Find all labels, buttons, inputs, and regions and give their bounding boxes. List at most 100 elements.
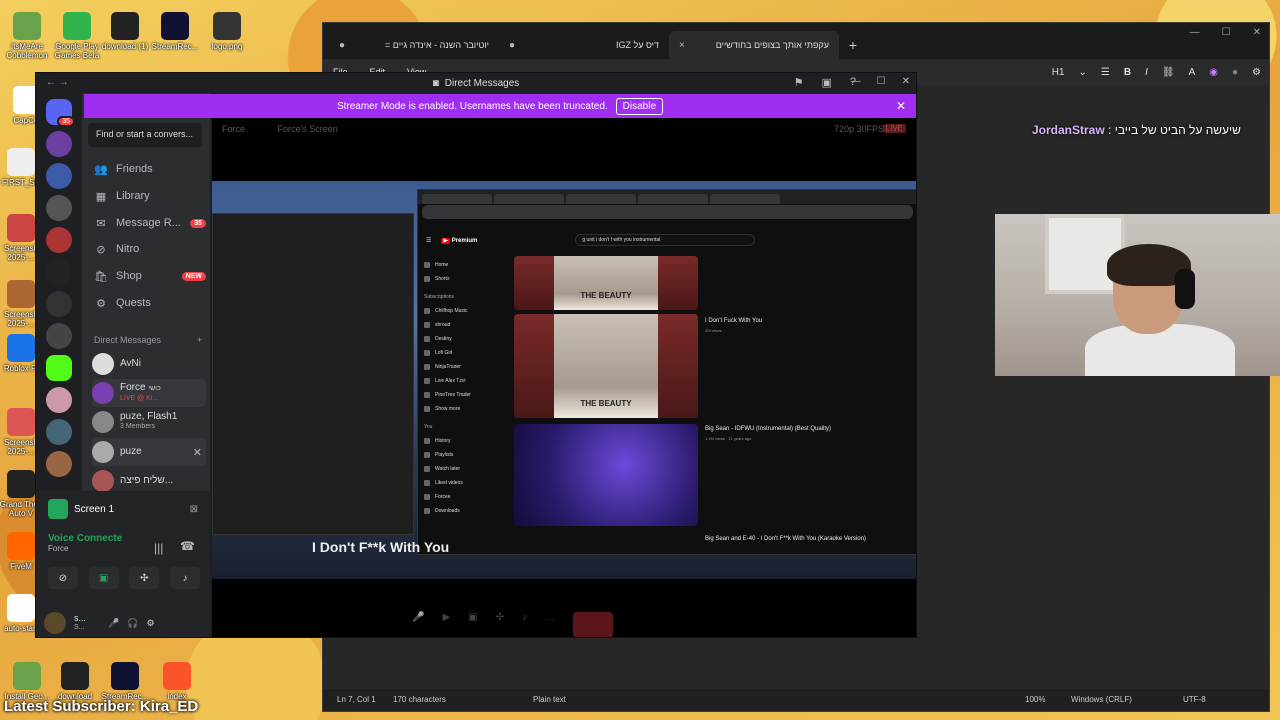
camera-off-icon[interactable]: ⊘ — [48, 567, 78, 589]
disconnect-button[interactable] — [573, 612, 613, 637]
voice-panel: Screen 1 ⊠ Voice Connecte Force ||| ☎ ⊘ ▣ … — [36, 491, 210, 637]
soundboard-icon[interactable]: ♪ — [169, 567, 200, 589]
encoding[interactable]: UTF-8 — [1183, 695, 1206, 704]
soundboard-icon[interactable]: ♪ — [522, 612, 527, 637]
disable-streamer-mode-button[interactable]: Disable — [615, 97, 664, 115]
back-forward-arrows-icon[interactable]: ← → — [46, 77, 69, 88]
inbox-icon[interactable]: ▣ — [821, 76, 831, 89]
close-icon[interactable]: ✕ — [1253, 27, 1261, 38]
desktop-icon-download-2[interactable]: download — [48, 662, 102, 701]
close-icon[interactable]: ✕ — [896, 99, 906, 113]
disconnect-icon[interactable]: ☎ — [180, 539, 195, 553]
tab-modified-dot-icon[interactable]: ● — [509, 40, 515, 51]
server-icon[interactable] — [46, 195, 72, 221]
desktop-icon-google-play-games[interactable]: Google Play Games Beta — [50, 12, 104, 60]
bold-button[interactable]: B — [1124, 67, 1131, 78]
nav-label: Library — [116, 190, 150, 202]
activities-icon[interactable]: ✣ — [496, 612, 504, 637]
add-dm-button[interactable]: + — [197, 335, 202, 345]
microphone-icon[interactable]: 🎤 — [412, 612, 424, 637]
microphone-icon[interactable]: 🎤 — [108, 618, 119, 629]
activities-icon[interactable]: ✣ — [129, 567, 160, 589]
minimize-icon[interactable]: — — [851, 76, 861, 87]
dm-item[interactable]: puze, Flash1 3 Members — [92, 408, 206, 436]
avatar[interactable]: ● — [1232, 67, 1238, 78]
video-title: Big Sean - IDFWU (Instrumental) (Best Qu… — [705, 426, 832, 432]
server-icon[interactable] — [46, 419, 72, 445]
desktop-icon-streamrec-2[interactable]: StreamRec... — [98, 662, 152, 701]
tab-modified-dot-icon[interactable]: ● — [339, 40, 345, 51]
desktop-icon-streamrec[interactable]: StreamRec... — [148, 12, 202, 51]
desktop-icon-install[interactable]: Install Geo... — [0, 662, 54, 701]
server-icon[interactable] — [46, 355, 72, 381]
clear-format-button[interactable]: A — [1189, 67, 1196, 78]
server-icon[interactable] — [46, 131, 72, 157]
chevron-down-icon[interactable]: ⌄ — [1079, 67, 1087, 78]
desktop-icon-download[interactable]: download (1) — [98, 12, 152, 51]
flag-icon[interactable]: ⚑ — [794, 76, 804, 89]
webcam-feed — [995, 214, 1280, 376]
more-icon[interactable]: … — [545, 612, 555, 637]
line-endings[interactable]: Windows (CRLF) — [1071, 695, 1132, 704]
server-icon[interactable] — [46, 387, 72, 413]
notepad-tab-1[interactable]: יוטיובר השנה - אינדה גיים = ● — [329, 31, 499, 59]
server-icon[interactable] — [46, 259, 72, 285]
signal-icon[interactable]: ||| — [154, 541, 163, 555]
headset-icon[interactable]: 🎧 — [127, 618, 138, 629]
new-tab-button[interactable]: + — [839, 31, 867, 59]
maximize-icon[interactable]: ☐ — [1222, 27, 1231, 38]
voice-status-text: Voice Connecte — [48, 533, 123, 544]
stream-quality: 720p 30FPS — [833, 124, 884, 134]
dm-item[interactable]: puze ✕ — [92, 438, 206, 466]
cursor-position: Ln 7, Col 1 — [337, 695, 376, 704]
server-icon[interactable] — [46, 163, 72, 189]
dm-item[interactable]: AvNi — [92, 350, 206, 378]
desktop-icon-cobblemon[interactable]: ItsMeAre Cobblemon — [0, 12, 54, 60]
server-icon[interactable] — [46, 291, 72, 317]
camera-icon[interactable]: ▶ — [442, 612, 450, 637]
settings-gear-icon[interactable]: ⚙ — [1252, 67, 1261, 78]
server-icon[interactable] — [46, 323, 72, 349]
desktop-icon-logo[interactable]: logo.png — [200, 12, 254, 51]
screen-share-icon[interactable]: ▣ — [468, 612, 477, 637]
nav-friends[interactable]: 👥 Friends — [94, 157, 206, 181]
stream-header: Force Force's Screen 720p 30FPS LIVE — [222, 124, 906, 140]
server-icon[interactable] — [46, 227, 72, 253]
settings-gear-icon[interactable]: ⚙ — [146, 618, 154, 629]
banner-text: Streamer Mode is enabled. Usernames have… — [336, 100, 608, 112]
dm-item[interactable]: Force כושי LIVE @ Ki... — [92, 379, 206, 407]
stop-share-icon[interactable]: ⊠ — [190, 504, 198, 515]
heading-select[interactable]: H1 — [1052, 67, 1065, 78]
nav-quests[interactable]: ⚙ Quests — [94, 291, 206, 315]
nav-message-requests[interactable]: ✉ Message R... 35 — [94, 211, 206, 235]
link-button[interactable]: ⛓ — [1162, 67, 1175, 78]
list-icon[interactable]: ☰ — [1101, 67, 1110, 78]
stream-viewer[interactable]: Force Force's Screen 720p 30FPS LIVE ☰ ▶… — [212, 118, 916, 637]
close-dm-icon[interactable]: ✕ — [193, 446, 206, 459]
zoom-level[interactable]: 100% — [1025, 695, 1045, 704]
streamer-mode-banner: Streamer Mode is enabled. Usernames have… — [84, 94, 916, 118]
nav-nitro[interactable]: ⊘ Nitro — [94, 237, 206, 261]
notepad-tab-3[interactable]: עקפתי אותך בצופים בחודשיים × — [669, 31, 839, 59]
chat-message-text: שיעשה על הביט של בייבי : — [1108, 123, 1241, 137]
video-thumbnail — [514, 424, 698, 526]
desktop-icon-brave[interactable]: index — [150, 662, 204, 701]
close-icon[interactable]: ✕ — [902, 76, 910, 87]
avatar[interactable] — [44, 612, 66, 634]
screen-share-toggle-icon[interactable]: ▣ — [88, 567, 119, 589]
format-mode[interactable]: Plain text — [533, 695, 566, 704]
server-icon[interactable] — [46, 451, 72, 477]
nav-library[interactable]: ▦ Library — [94, 184, 206, 208]
tab-close-icon[interactable]: × — [679, 40, 685, 51]
screen-share-bar[interactable]: Screen 1 ⊠ — [48, 497, 198, 521]
copilot-icon[interactable]: ◉ — [1209, 67, 1218, 78]
nav-shop[interactable]: 🛍 Shop NEW — [94, 264, 206, 288]
home-button[interactable]: 35 — [46, 99, 75, 127]
notepad-tab-bar: יוטיובר השנה - אינדה גיים = ● דיס על IGZ ●… — [323, 23, 1269, 59]
maximize-icon[interactable]: ☐ — [877, 76, 886, 87]
minimize-icon[interactable]: — — [1190, 27, 1200, 38]
voice-status[interactable]: Voice Connecte Force — [48, 533, 122, 553]
find-conversation-button[interactable]: Find or start a convers... — [88, 123, 202, 147]
notepad-tab-2[interactable]: דיס על IGZ ● — [499, 31, 669, 59]
italic-button[interactable]: I — [1145, 67, 1148, 78]
